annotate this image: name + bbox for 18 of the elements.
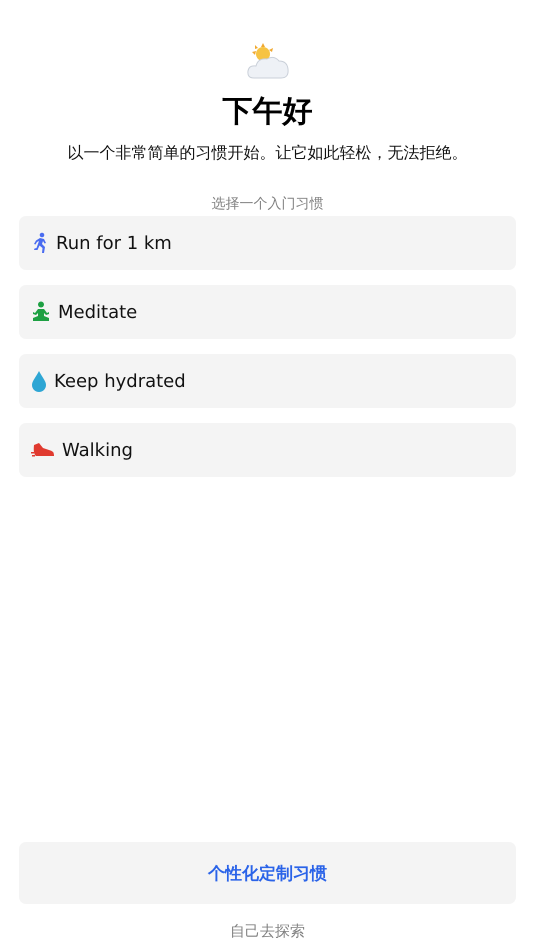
sneaker-icon	[31, 441, 55, 459]
habit-option[interactable]: Keep hydrated	[19, 354, 516, 408]
runner-icon	[31, 232, 49, 254]
customize-button[interactable]: 个性化定制习惯	[19, 842, 516, 904]
greeting-title: 下午好	[222, 93, 312, 131]
subtitle-text: 以一个非常简单的习惯开始。让它如此轻松，无法拒绝。	[66, 142, 468, 164]
habit-option[interactable]: Run for 1 km	[19, 216, 516, 270]
habit-label: Walking	[62, 440, 133, 460]
section-label: 选择一个入门习惯	[212, 195, 324, 213]
explore-link[interactable]: 自己去探索	[230, 921, 305, 941]
water-drop-icon	[31, 370, 47, 392]
sun-behind-cloud-icon	[246, 42, 290, 80]
habit-option[interactable]: Meditate	[19, 285, 516, 339]
meditating-person-icon	[31, 301, 51, 323]
habit-label: Meditate	[58, 302, 138, 322]
habit-label: Run for 1 km	[56, 232, 172, 254]
habit-option[interactable]: Walking	[19, 423, 516, 477]
habit-label: Keep hydrated	[54, 370, 186, 392]
